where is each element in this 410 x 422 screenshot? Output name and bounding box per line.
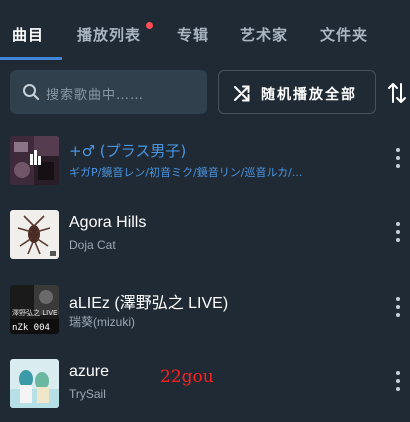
shuffle-all-label: 随机播放全部 [261,87,357,103]
album-cover [10,210,59,259]
song-artist: ギガP/鏡音レン/初音ミク/鏡音リン/巡音ルカ/... [69,166,303,179]
search-icon [23,84,40,101]
search-input[interactable]: 搜索歌曲中…… [10,70,207,114]
watermark-text: 22gou [160,367,214,387]
tab-albums[interactable]: 专辑 [177,24,209,45]
tab-tracks[interactable]: 曲目 [12,24,44,45]
active-tab-indicator [0,57,62,60]
library-tabs: 曲目 播放列表 专辑 艺术家 文件夹 [0,0,410,60]
more-options-icon[interactable] [394,148,402,172]
song-row[interactable]: 澤野弘之 LIVE nZk 004 aLIEz (澤野弘之 LIVE) 瑞葵(m… [0,285,410,357]
song-row[interactable]: +♂ (プラス男子) ギガP/鏡音レン/初音ミク/鏡音リン/巡音ルカ/... [0,136,410,208]
album-cover [10,359,59,408]
song-title: +♂ (プラス男子) [69,142,187,160]
song-title: aLIEz (澤野弘之 LIVE) [69,295,229,312]
album-cover [10,136,59,185]
shuffle-all-button[interactable]: 随机播放全部 [218,70,376,114]
music-library-screen: 曲目 播放列表 专辑 艺术家 文件夹 搜索歌曲中…… 随机播放全部 +♂ (プラ… [0,0,410,422]
album-cover: 澤野弘之 LIVE nZk 004 [10,285,59,334]
search-placeholder: 搜索歌曲中…… [46,88,145,103]
song-row[interactable]: Agora Hills Doja Cat [0,210,410,282]
more-options-icon[interactable] [394,371,402,395]
tab-folders[interactable]: 文件夹 [320,24,368,45]
song-artist: TrySail [69,387,106,401]
cover-text: nZk 004 [12,323,50,333]
song-title: azure [69,363,110,380]
cover-text: 澤野弘之 LIVE [12,308,57,317]
tab-playlists[interactable]: 播放列表 [77,24,141,45]
shuffle-icon [234,85,250,102]
song-artist: 瑞葵(mizuki) [69,315,135,329]
playlists-badge [146,22,153,29]
tab-artists[interactable]: 艺术家 [240,24,288,45]
song-title: Agora Hills [69,214,147,231]
more-options-icon[interactable] [394,222,402,246]
sort-icon[interactable] [386,80,408,106]
song-artist: Doja Cat [69,238,116,252]
more-options-icon[interactable] [394,297,402,321]
